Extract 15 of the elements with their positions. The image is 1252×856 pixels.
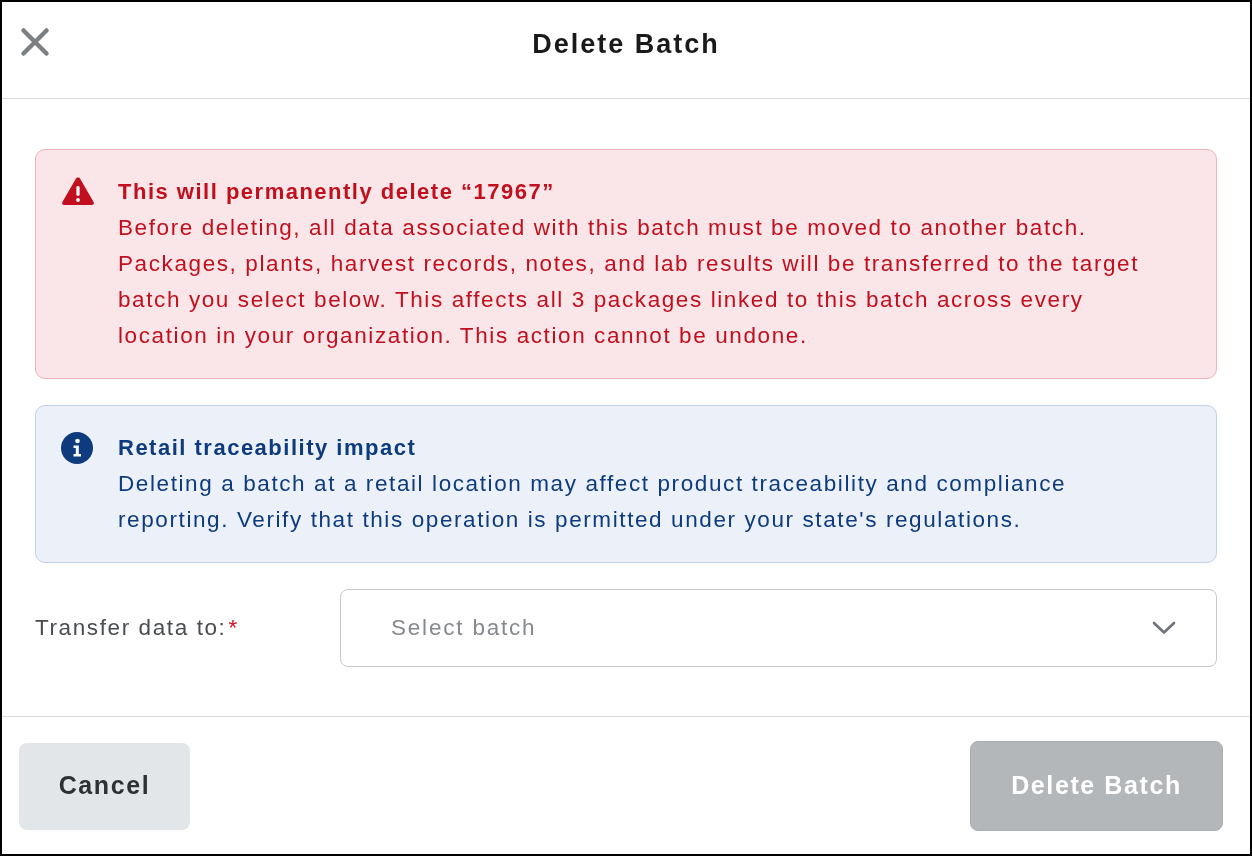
alert-message: Before deleting, all data associated with this batch must be moved to another batch. Packages, plants, harvest records, notes, and lab results will be transferred to the target batch you select below. This affects all 3 packages linked to this batch across every location in your organization. This action cannot be undone.	[118, 214, 1141, 350]
close-icon	[20, 27, 50, 57]
alert-title: Retail traceability impact	[118, 434, 417, 462]
dialog-title: Delete Batch	[532, 29, 720, 59]
warning-icon	[61, 176, 95, 206]
alert-message: Deleting a batch at a retail location may affect product traceability and compliance reporting. Verify that this operation is permitted under your state's regulations.	[118, 470, 1068, 534]
info-icon	[61, 432, 93, 464]
chevron-down-icon	[1152, 621, 1176, 635]
batch-select[interactable]: Select batch	[340, 589, 1217, 667]
required-asterisk: *	[228, 614, 239, 643]
cancel-button[interactable]: Cancel	[19, 742, 190, 830]
alert-title: This will permanently delete “17967”	[118, 178, 555, 206]
field-label: Transfer data to:	[35, 614, 227, 643]
close-button[interactable]	[20, 27, 50, 57]
select-placeholder: Select batch	[391, 615, 537, 641]
